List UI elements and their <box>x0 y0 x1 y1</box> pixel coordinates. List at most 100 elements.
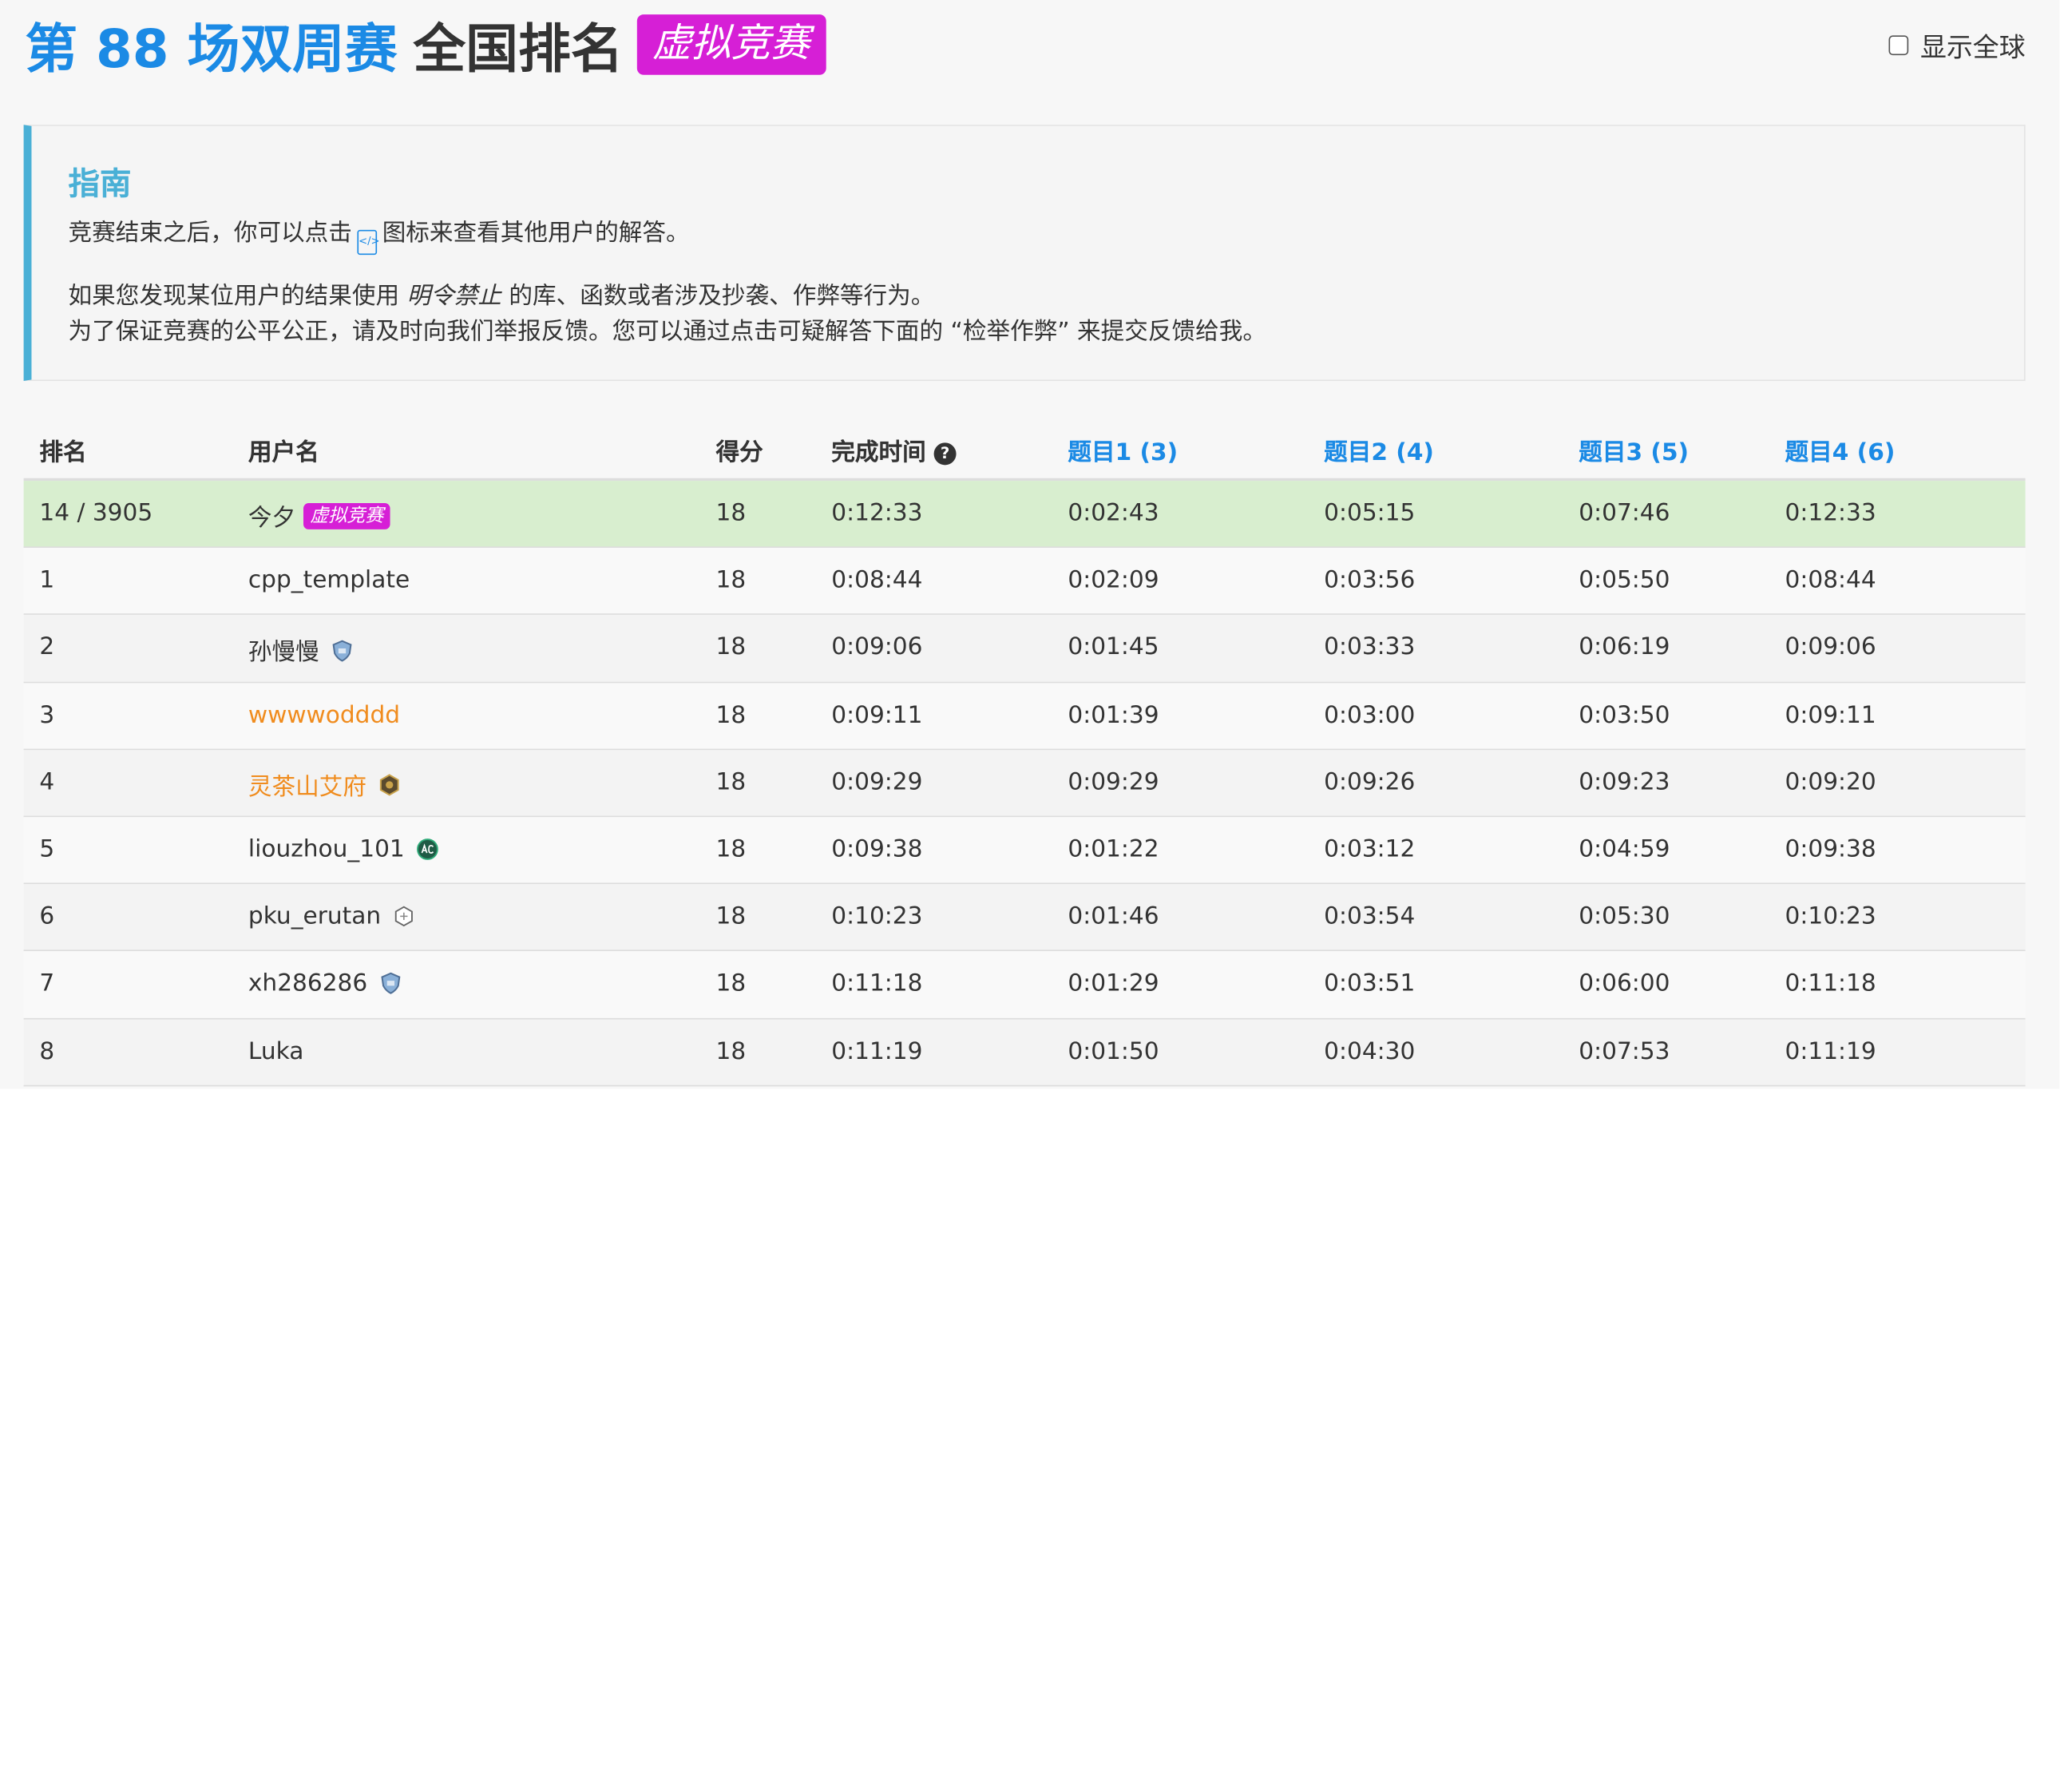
guide-title: 指南 <box>68 165 132 203</box>
table-row-self: 14 / 3905 今夕 虚拟竞赛 18 0:12:33 0:02:43 0:0… <box>23 481 2026 549</box>
cell-question-3: 0:05:50 <box>1579 566 1670 594</box>
cell-username: Luka <box>248 1037 304 1065</box>
cell-rank: 8 <box>39 1037 55 1065</box>
guide-line-1-before: 竞赛结束之后，你可以点击 <box>68 219 352 248</box>
header-username: 用户名 <box>248 438 319 466</box>
cell-question-4: 0:09:06 <box>1785 633 1876 662</box>
cell-username: 孙慢慢 <box>248 634 354 668</box>
cell-question-1: 0:01:50 <box>1068 1037 1159 1065</box>
cell-rank: 14 / 3905 <box>39 499 153 527</box>
cell-score: 18 <box>715 1037 747 1065</box>
cell-finish-time: 0:10:23 <box>831 902 923 930</box>
show-global-checkbox[interactable] <box>1888 35 1909 56</box>
guide-line-2: 如果您发现某位用户的结果使用 明令禁止 的库、函数或者涉及抄袭、作弊等行为。 <box>69 277 935 311</box>
cell-question-4: 0:08:44 <box>1785 566 1876 594</box>
cell-question-3: 0:06:19 <box>1579 633 1670 662</box>
cell-username: pku_erutan <box>248 902 415 930</box>
cell-finish-time: 0:09:29 <box>831 767 923 796</box>
cell-score: 18 <box>715 700 747 729</box>
cell-finish-time: 0:11:19 <box>831 1037 923 1065</box>
username-link[interactable]: 灵茶山艾府 <box>248 768 366 803</box>
cell-username: cpp_template <box>248 566 410 594</box>
cell-finish-time: 0:08:44 <box>831 566 923 594</box>
virtual-contest-badge: 虚拟竞赛 <box>636 14 826 75</box>
header-question-4-link[interactable]: 题目4 (6) <box>1785 434 1896 468</box>
shield-badge-icon <box>381 973 401 995</box>
header-finish-time-label: 完成时间 <box>831 438 926 466</box>
cell-question-1: 0:01:45 <box>1068 633 1159 662</box>
guide-line-2-after: 的库、函数或者涉及抄袭、作弊等行为。 <box>509 282 935 311</box>
table-row: 4 灵茶山艾府 18 0:09:29 0:09:29 0:09:26 0:09:… <box>23 749 2026 818</box>
cell-question-2: 0:09:26 <box>1324 767 1416 796</box>
username-link[interactable]: 今夕 <box>248 499 295 533</box>
username-link[interactable]: cpp_template <box>248 566 410 594</box>
guide-line-2-before: 如果您发现某位用户的结果使用 <box>68 282 400 311</box>
cell-rank: 6 <box>39 902 55 930</box>
cell-score: 18 <box>715 767 747 796</box>
cell-finish-time: 0:09:11 <box>831 700 923 729</box>
cell-rank: 5 <box>39 835 55 863</box>
cell-question-1: 0:02:09 <box>1068 566 1159 594</box>
ac-badge-icon <box>417 839 438 860</box>
cell-finish-time: 0:09:38 <box>831 835 923 863</box>
hexagon-outline-icon <box>394 906 414 927</box>
table-row: 8 Luka 18 0:11:19 0:01:50 0:04:30 0:07:5… <box>23 1018 2026 1086</box>
cell-question-1: 0:01:39 <box>1068 700 1159 729</box>
question-circle-icon[interactable]: ? <box>933 442 957 466</box>
cell-question-3: 0:03:50 <box>1579 700 1670 729</box>
username-link[interactable]: 孙慢慢 <box>248 634 319 668</box>
username-link[interactable]: xh286286 <box>248 970 367 998</box>
username-link[interactable]: Luka <box>248 1037 304 1065</box>
username-link[interactable]: liouzhou_101 <box>248 835 405 863</box>
cell-question-2: 0:05:15 <box>1324 499 1416 527</box>
cell-question-2: 0:03:33 <box>1324 633 1416 662</box>
cell-question-2: 0:04:30 <box>1324 1037 1416 1065</box>
page-header: 第 88 场双周赛 全国排名 虚拟竞赛 <box>25 10 826 80</box>
cell-question-4: 0:09:11 <box>1785 700 1876 729</box>
ranking-table: 排名 用户名 得分 完成时间? 题目1 (3) 题目2 (4) 题目3 (5) … <box>23 415 2026 1086</box>
cell-question-3: 0:05:30 <box>1579 902 1670 930</box>
cell-rank: 3 <box>39 700 55 729</box>
table-row: 6 pku_erutan 18 0:10:23 0:01:46 0:03:54 … <box>23 884 2026 952</box>
cell-rank: 7 <box>39 969 55 998</box>
cell-finish-time: 0:11:18 <box>831 969 923 998</box>
cell-rank: 2 <box>39 633 55 662</box>
cell-score: 18 <box>715 566 747 594</box>
contest-title-link[interactable]: 第 88 场双周赛 <box>25 6 397 82</box>
cell-score: 18 <box>715 835 747 863</box>
cell-finish-time: 0:12:33 <box>831 499 923 527</box>
code-file-icon: </> <box>357 229 380 256</box>
table-header: 排名 用户名 得分 完成时间? 题目1 (3) 题目2 (4) 题目3 (5) … <box>23 415 2026 482</box>
cell-question-1: 0:09:29 <box>1068 767 1159 796</box>
header-question-1-link[interactable]: 题目1 (3) <box>1068 434 1178 468</box>
hexagon-badge-icon <box>379 774 399 796</box>
cell-username: 灵茶山艾府 <box>248 768 401 803</box>
virtual-contest-badge-small: 虚拟竞赛 <box>303 503 390 529</box>
cell-question-2: 0:03:56 <box>1324 566 1416 594</box>
username-link[interactable]: pku_erutan <box>248 902 381 930</box>
show-global-toggle[interactable]: 显示全球 <box>1888 26 2026 65</box>
cell-username: liouzhou_101 <box>248 835 439 863</box>
header-question-2-link[interactable]: 题目2 (4) <box>1324 434 1434 468</box>
cell-question-3: 0:06:00 <box>1579 969 1670 998</box>
cell-username: xh286286 <box>248 970 402 998</box>
cell-question-3: 0:09:23 <box>1579 767 1670 796</box>
cell-score: 18 <box>715 902 747 930</box>
header-rank: 排名 <box>39 438 87 466</box>
cell-question-1: 0:01:22 <box>1068 835 1159 863</box>
cell-finish-time: 0:09:06 <box>831 633 923 662</box>
cell-score: 18 <box>715 969 747 998</box>
table-row: 3 wwwwodddd 18 0:09:11 0:01:39 0:03:00 0… <box>23 682 2026 750</box>
cell-score: 18 <box>715 633 747 662</box>
cell-score: 18 <box>715 499 747 527</box>
shield-badge-icon <box>332 640 352 662</box>
table-row: 2 孙慢慢 18 0:09:06 0:01:45 0:03:33 0:06:19… <box>23 615 2026 683</box>
guide-line-3: 为了保证竞赛的公平公正，请及时向我们举报反馈。您可以通过点击可疑解答下面的 “检… <box>68 318 1266 346</box>
header-question-3-link[interactable]: 题目3 (5) <box>1579 434 1689 468</box>
table-row: 5 liouzhou_101 18 0:09:38 0:01:22 0:03:1… <box>23 817 2026 885</box>
rank-title: 全国排名 <box>413 19 624 81</box>
cell-username: 今夕 虚拟竞赛 <box>248 499 390 533</box>
guide-line-1: 竞赛结束之后，你可以点击 </> 图标来查看其他用户的解答。 <box>68 214 690 256</box>
username-link[interactable]: wwwwodddd <box>248 701 400 729</box>
table-row: 1 cpp_template 18 0:08:44 0:02:09 0:03:5… <box>23 548 2026 616</box>
